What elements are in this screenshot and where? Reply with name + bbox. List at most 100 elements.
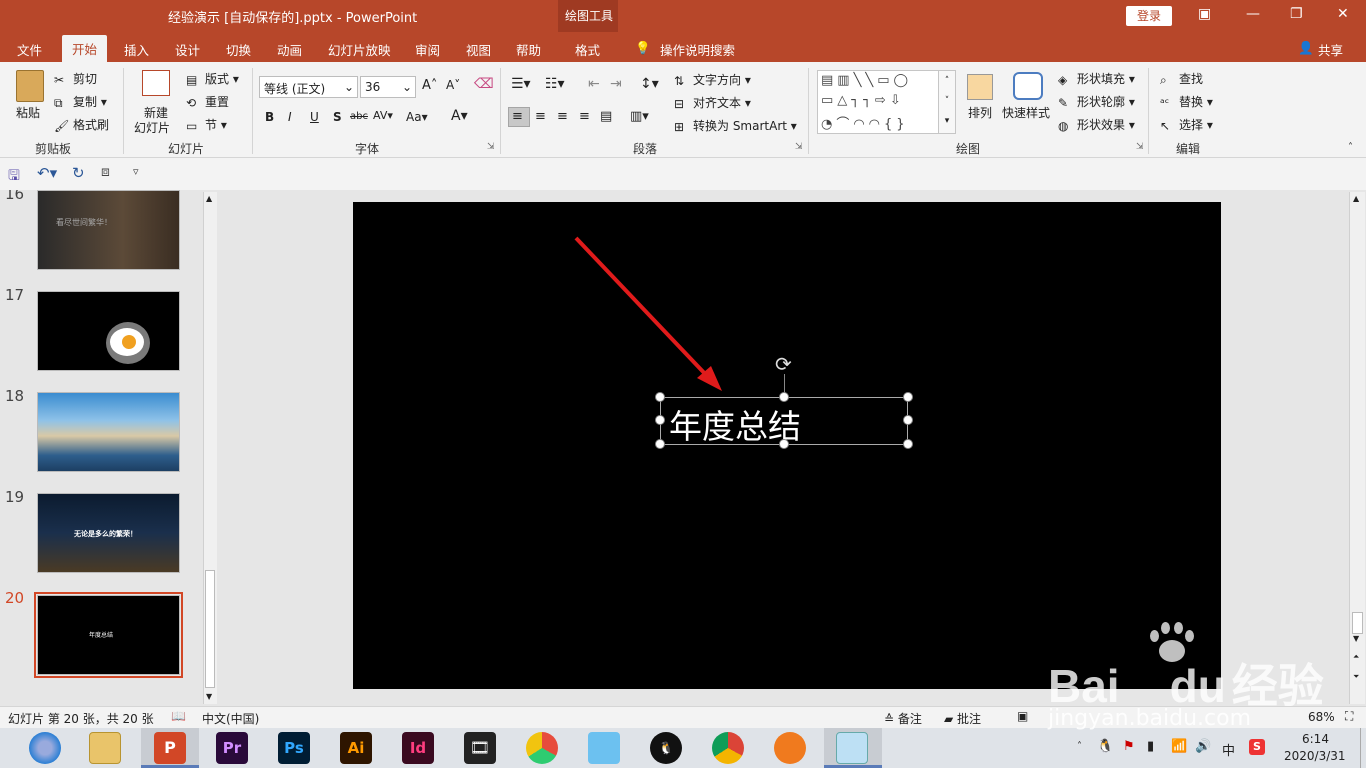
app-icon[interactable] bbox=[526, 732, 558, 764]
zoom-level[interactable]: 68% bbox=[1308, 710, 1335, 724]
rotate-handle-icon[interactable]: ⟳ bbox=[775, 352, 792, 376]
volume-icon[interactable]: 🔊 bbox=[1195, 739, 1211, 754]
powerpoint-icon[interactable]: P bbox=[154, 732, 186, 764]
shapes-gallery[interactable]: ▤▥╲╲▭◯ ▭△┐┐⇨⇩ ◔⌒◠◠{} bbox=[817, 70, 956, 134]
fit-slide-icon[interactable]: ⛶ bbox=[1345, 709, 1353, 724]
tab-format[interactable]: 格式 bbox=[575, 40, 600, 59]
qq-icon[interactable]: 🐧 bbox=[650, 732, 682, 764]
scroll-up-icon[interactable]: ▲ bbox=[206, 194, 212, 203]
line-spacing-icon[interactable]: ↕▾ bbox=[640, 76, 659, 92]
collapse-ribbon-icon[interactable]: ˄ bbox=[1348, 142, 1353, 153]
paste-button[interactable]: 粘贴 bbox=[16, 104, 40, 121]
tab-design[interactable]: 设计 bbox=[175, 40, 200, 59]
notes-app-icon[interactable] bbox=[836, 732, 868, 764]
shape-effects-button[interactable]: ◍ 形状效果 ▾ bbox=[1058, 116, 1135, 133]
bullets-icon[interactable]: ☰▾ bbox=[511, 76, 531, 92]
scroll-up-icon[interactable]: ▲ bbox=[1353, 194, 1359, 203]
grow-font-icon[interactable]: A˄ bbox=[422, 78, 437, 93]
quick-styles-icon[interactable] bbox=[1013, 72, 1043, 100]
tab-insert[interactable]: 插入 bbox=[124, 40, 149, 59]
slide-thumbnail-19[interactable]: 无论是多么的繁荣！ bbox=[37, 493, 180, 573]
align-right-icon[interactable]: ≡ bbox=[557, 109, 568, 124]
slide-thumbnail-20[interactable]: 年度总结 bbox=[37, 595, 180, 675]
qq-tray-icon[interactable]: 🐧 bbox=[1097, 739, 1113, 754]
slide-thumbnail-18[interactable] bbox=[37, 392, 180, 472]
scroll-thumb[interactable] bbox=[205, 570, 215, 688]
tab-transitions[interactable]: 切换 bbox=[226, 40, 251, 59]
align-text-button[interactable]: ⊟ 对齐文本 ▾ bbox=[674, 94, 751, 111]
tray-alert-icon[interactable]: ⚑ bbox=[1123, 739, 1135, 754]
sogou-icon[interactable]: S bbox=[1249, 739, 1265, 755]
font-name-combo[interactable]: 等线 (正文) ⌄ bbox=[259, 76, 358, 98]
resize-handle[interactable] bbox=[655, 392, 665, 402]
clock-date[interactable]: 2020/3/31 bbox=[1284, 749, 1346, 763]
replace-button[interactable]: ᵃᶜ 替换 ▾ bbox=[1160, 93, 1213, 110]
save-icon[interactable]: 🖫 bbox=[8, 165, 20, 189]
ribbon-display-icon[interactable]: ▣ bbox=[1198, 6, 1211, 22]
undo-icon[interactable]: ↶▾ bbox=[37, 164, 57, 182]
new-slide-icon[interactable] bbox=[142, 70, 170, 96]
section-button[interactable]: ▭ 节 ▾ bbox=[186, 116, 227, 133]
tab-help[interactable]: 帮助 bbox=[516, 40, 541, 59]
comments-button[interactable]: ▰ 批注 bbox=[944, 710, 981, 727]
underline-button[interactable]: U bbox=[310, 110, 319, 124]
close-icon[interactable]: ✕ bbox=[1337, 6, 1349, 22]
resize-handle[interactable] bbox=[779, 392, 789, 402]
distribute-icon[interactable]: ▤ bbox=[600, 109, 612, 124]
login-button[interactable]: 登录 bbox=[1126, 6, 1172, 26]
chat-app-icon[interactable] bbox=[588, 732, 620, 764]
tab-file[interactable]: 文件 bbox=[17, 40, 42, 59]
slideshow-icon[interactable]: ⧈ bbox=[101, 164, 110, 180]
strikethrough-button[interactable]: abc bbox=[350, 111, 368, 122]
shape-fill-button[interactable]: ◈ 形状填充 ▾ bbox=[1058, 70, 1135, 87]
justify-icon[interactable]: ≡ bbox=[579, 109, 590, 124]
format-painter-button[interactable]: 🖌 格式刷 bbox=[54, 116, 109, 133]
video-editor-icon[interactable]: 🎞 bbox=[464, 732, 496, 764]
shape-outline-button[interactable]: ✎ 形状轮廓 ▾ bbox=[1058, 93, 1135, 110]
normal-view-icon[interactable]: ▣ bbox=[1017, 709, 1028, 723]
customize-qat-icon[interactable]: ▿ bbox=[133, 165, 139, 178]
language-indicator[interactable]: 中文(中国) bbox=[202, 710, 259, 727]
tray-expand-icon[interactable]: ˄ bbox=[1077, 741, 1082, 752]
resize-handle[interactable] bbox=[903, 415, 913, 425]
columns-icon[interactable]: ▥▾ bbox=[630, 109, 649, 124]
slide-canvas[interactable]: 年度总结 ⟳ bbox=[353, 202, 1221, 689]
resize-handle[interactable] bbox=[655, 415, 665, 425]
file-explorer-icon[interactable] bbox=[89, 732, 121, 764]
quick-styles-button[interactable]: 快速样式 bbox=[1002, 104, 1050, 121]
scroll-down-icon[interactable]: ▼ bbox=[1353, 634, 1359, 643]
indesign-icon[interactable]: Id bbox=[402, 732, 434, 764]
resize-handle[interactable] bbox=[903, 392, 913, 402]
dialog-launcher-icon[interactable]: ⇲ bbox=[487, 142, 495, 152]
scroll-thumb[interactable] bbox=[1352, 612, 1363, 634]
tab-animations[interactable]: 动画 bbox=[277, 40, 302, 59]
arrange-button[interactable]: 排列 bbox=[968, 104, 992, 121]
resize-handle[interactable] bbox=[903, 439, 913, 449]
editor-scrollbar[interactable]: ▲ ▼ ⏶ ⏷ bbox=[1349, 192, 1365, 704]
clear-format-icon[interactable]: ⌫ bbox=[474, 76, 494, 92]
start-button[interactable] bbox=[29, 732, 61, 764]
shrink-font-icon[interactable]: A˅ bbox=[446, 78, 460, 92]
ime-indicator[interactable]: 中 bbox=[1222, 740, 1235, 759]
next-slide-icon[interactable]: ⏷ bbox=[1353, 672, 1359, 682]
shapes-gallery-scroll[interactable]: ˄ ˅ ▾ bbox=[938, 70, 956, 134]
tab-home[interactable]: 开始 bbox=[62, 35, 108, 62]
font-size-combo[interactable]: 36 ⌄ bbox=[360, 76, 416, 98]
tab-review[interactable]: 审阅 bbox=[415, 40, 440, 59]
change-case-button[interactable]: Aa▾ bbox=[406, 110, 428, 124]
tab-view[interactable]: 视图 bbox=[466, 40, 491, 59]
notes-button[interactable]: ≙ 备注 bbox=[884, 710, 922, 727]
align-center-icon[interactable]: ≡ bbox=[535, 109, 546, 124]
reset-button[interactable]: ⟲ 重置 bbox=[186, 93, 229, 110]
network-icon[interactable]: 📶 bbox=[1171, 739, 1187, 754]
numbering-icon[interactable]: ☷▾ bbox=[545, 76, 565, 92]
resize-handle[interactable] bbox=[655, 439, 665, 449]
layout-button[interactable]: ▤ 版式 ▾ bbox=[186, 70, 239, 87]
select-button[interactable]: ↖ 选择 ▾ bbox=[1160, 116, 1213, 133]
textbox[interactable]: 年度总结 bbox=[660, 397, 908, 446]
bold-button[interactable]: B bbox=[265, 110, 274, 124]
redo-icon[interactable]: ↻ bbox=[72, 164, 85, 182]
resize-handle[interactable] bbox=[779, 439, 789, 449]
clock-time[interactable]: 6:14 bbox=[1302, 732, 1329, 746]
tab-slideshow[interactable]: 幻灯片放映 bbox=[328, 40, 391, 59]
